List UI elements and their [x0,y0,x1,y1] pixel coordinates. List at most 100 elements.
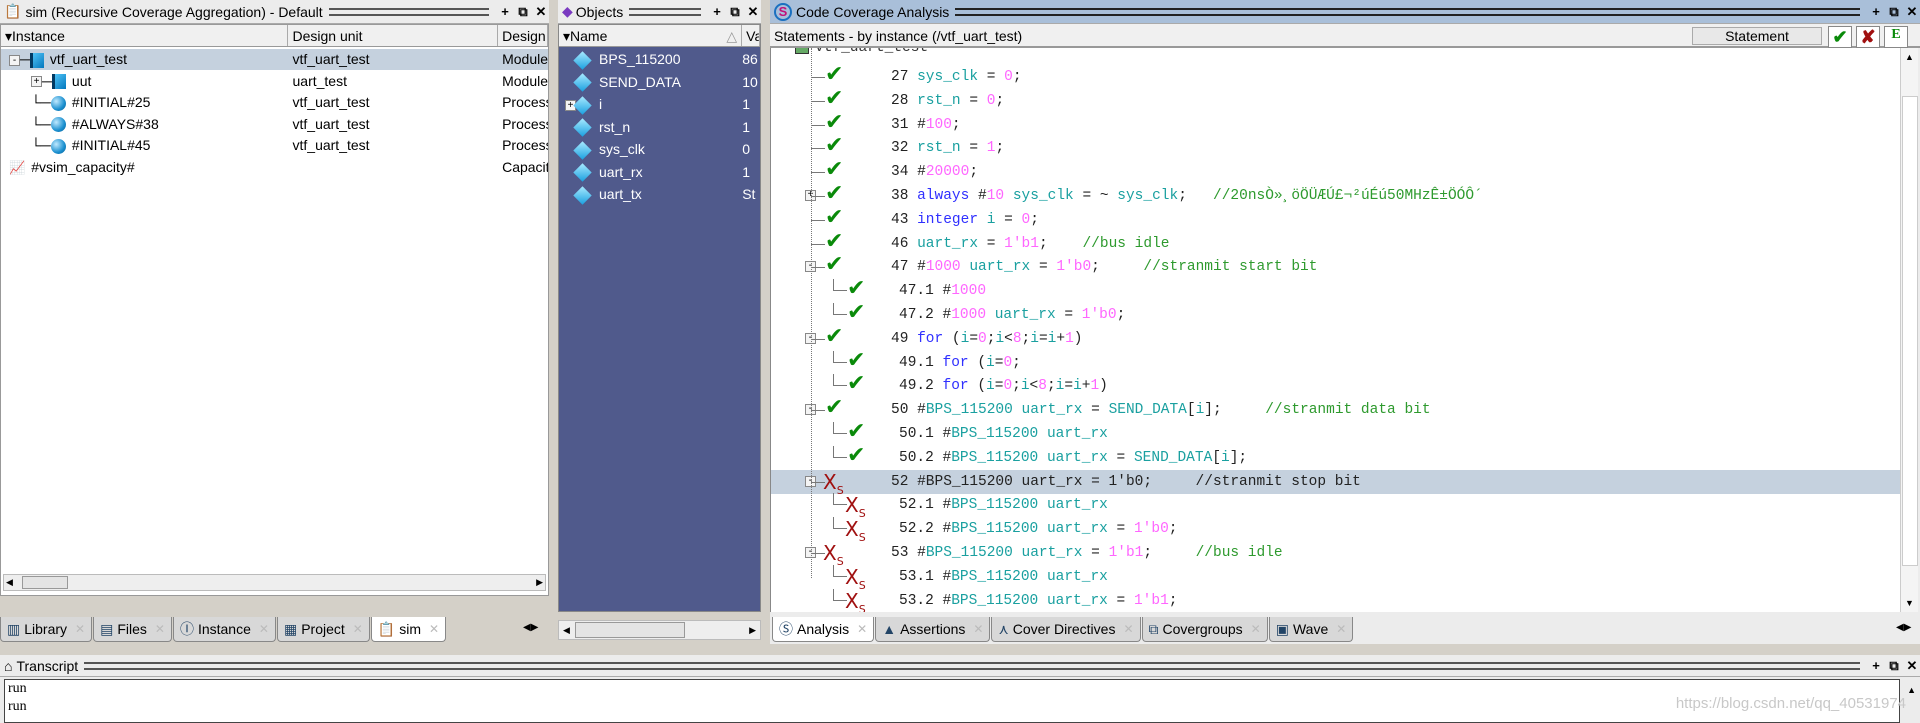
tree-row[interactable]: + ─ uut uart_test Module [1,71,548,92]
expand-icon[interactable]: + [31,76,42,88]
tab-scroll-arrows[interactable]: ◀▶ [1896,622,1911,633]
coverage-line[interactable]: ✔ 27 sys_clk = 0; [771,63,1900,89]
collapse-icon[interactable]: - [9,54,20,66]
coverage-line[interactable]: XS 53.2 #BPS_115200 uart_rx = 1'b1; [771,588,1900,612]
coverage-line[interactable]: ✔ 43 integer i = 0; [771,205,1900,232]
tab-wave[interactable]: ▣ Wave ✕ [1268,617,1354,642]
close-button[interactable]: ✕ [1904,4,1920,20]
tab-files[interactable]: ▤ Files ✕ [93,617,172,642]
code-token: ; [1116,307,1126,323]
transcript-titlebar[interactable]: ⌂ Transcript + ⧉ ✕ [0,655,1920,677]
tab-close-icon[interactable]: ✕ [259,622,269,636]
tab-covergroups[interactable]: ⧉ Covergroups ✕ [1141,617,1268,642]
undock-button[interactable]: ⧉ [1886,658,1902,674]
coverage-titlebar[interactable]: S Code Coverage Analysis + ⧉ ✕ [770,0,1920,24]
drag-grip[interactable] [328,7,489,16]
tab-close-icon[interactable]: ✕ [1251,622,1261,636]
coverage-line[interactable]: - XS 52 #BPS_115200 uart_rx = 1'b0; //stra… [771,469,1900,497]
coverage-line[interactable]: XS 52.1 #BPS_115200 uart_rx [771,493,1900,520]
tab-cover-directives[interactable]: ⋏ Cover Directives ✕ [991,617,1141,642]
tree-row[interactable]: └─ #INITIAL#25 vtf_uart_test Process [1,92,548,113]
tab-close-icon[interactable]: ✕ [75,622,85,636]
tab-close-icon[interactable]: ✕ [1123,622,1133,636]
coverage-line[interactable]: + ✔ 38 always #10 sys_clk = ~ sys_clk; //2… [771,182,1900,208]
col-value[interactable]: Va [742,25,760,46]
coverage-line[interactable]: ✔ 34 #20000; [771,158,1900,184]
coverage-line[interactable]: - XS 53 #BPS_115200 uart_rx = 1'b1; //bus … [771,541,1900,568]
col-instance[interactable]: ▾Instance [1,25,289,46]
tab-close-icon[interactable]: ✕ [155,622,165,636]
drag-grip[interactable] [955,7,1860,16]
object-row[interactable]: SEND_DATA 10 [559,72,760,93]
close-button[interactable]: ✕ [745,4,761,20]
close-button[interactable]: ✕ [533,4,549,20]
coverage-line[interactable]: ✔ 31 #100; [771,110,1900,137]
tab-close-icon[interactable]: ✕ [353,622,363,636]
coverage-line[interactable]: XS 52.2 #BPS_115200 uart_rx = 1'b0; [771,517,1900,544]
objects-hscrollbar[interactable]: ◀ ▶ [558,620,761,640]
coverage-vscrollbar[interactable]: ▲ ▼ [1900,48,1918,612]
dock-plus-button[interactable]: + [1868,658,1884,674]
transcript-scroll-up[interactable]: ▲ [1907,685,1916,695]
dock-plus-button[interactable]: + [709,4,725,20]
undock-button[interactable]: ⧉ [515,4,531,20]
coverage-line[interactable]: XS 53.1 #BPS_115200 uart_rx [771,564,1900,592]
sim-hscrollbar[interactable]: ◀ ▶ [3,574,546,591]
tab-library[interactable]: ▥ Library ✕ [0,617,93,642]
coverage-line[interactable]: ✔ 28 rst_n = 0; [771,86,1900,113]
tab-sim[interactable]: 📋 sim ✕ [370,617,447,642]
tab-close-icon[interactable]: ✕ [429,622,439,636]
tab-project[interactable]: ▦ Project ✕ [276,617,370,642]
tree-row[interactable]: └─ #ALWAYS#38 vtf_uart_test Process [1,114,548,135]
coverage-line[interactable]: ✔ 50.2 #BPS_115200 uart_rx = SEND_DATA[i]… [771,443,1900,470]
dock-plus-button[interactable]: + [497,4,513,20]
show-misses-toggle[interactable]: ✘ [1856,26,1880,48]
sim-titlebar[interactable]: 📋 sim (Recursive Coverage Aggregation) -… [0,0,549,24]
coverage-line[interactable]: ✔ 49.2 for (i=0;i<8;i=i+1) [771,372,1900,398]
object-row[interactable]: uart_tx St [559,184,760,205]
object-row[interactable]: + i 1 [559,94,760,115]
coverage-line[interactable]: ✔ 49.1 for (i=0; [771,348,1900,375]
code-tree-root[interactable]: vtf_uart_test [771,48,1900,60]
tree-row[interactable]: - ─ vtf_uart_test vtf_uart_test Module [1,49,548,70]
coverage-line[interactable]: ✔ 47.1 #1000 [771,277,1900,303]
code-token: 1'b1 [1004,235,1039,252]
close-button[interactable]: ✕ [1904,658,1920,674]
object-row[interactable]: sys_clk 0 [559,139,760,160]
drag-grip[interactable] [629,7,701,16]
dock-plus-button[interactable]: + [1868,4,1884,20]
tab-instance[interactable]: Ⓘ Instance ✕ [172,617,276,642]
coverage-line[interactable]: ✔ 32 rst_n = 1; [771,134,1900,160]
coverage-line[interactable]: - ✔ 50 #BPS_115200 uart_rx = SEND_DATA[i];… [771,396,1900,422]
object-row[interactable]: uart_rx 1 [559,162,760,183]
code-token: = [978,69,1005,85]
coverage-line[interactable]: - ✔ 49 for (i=0;i<8;i=i+1) [771,324,1900,351]
show-hits-toggle[interactable]: ✔ [1828,26,1852,48]
tab-close-icon[interactable]: ✕ [857,622,867,636]
show-exclusions-toggle[interactable]: E [1884,26,1908,48]
object-name: uart_tx [599,186,642,202]
undock-button[interactable]: ⧉ [727,4,743,20]
tree-row[interactable]: └─ #INITIAL#45 vtf_uart_test Process [1,135,548,156]
tab-analysis[interactable]: Ⓢ Analysis ✕ [772,617,875,642]
tab-close-icon[interactable]: ✕ [1336,622,1346,636]
coverage-line[interactable]: ✔ 50.1 #BPS_115200 uart_rx [771,420,1900,446]
object-row[interactable]: rst_n 1 [559,117,760,138]
col-design-type[interactable]: Design [498,25,548,46]
object-row[interactable]: BPS_115200 86 [559,49,760,70]
tab-close-icon[interactable]: ✕ [973,622,983,636]
undock-button[interactable]: ⧉ [1886,4,1902,20]
tab-scroll-arrows[interactable]: ◀▶ [523,622,538,633]
coverage-line[interactable]: - ✔ 47 #1000 uart_rx = 1'b0; //stranmit st… [771,253,1900,279]
coverage-mode-dropdown[interactable]: Statement [1692,27,1822,45]
tab-assertions[interactable]: ▲ Assertions ✕ [875,617,991,642]
transcript-console[interactable]: run run [4,679,1900,723]
drag-grip[interactable] [84,661,1860,670]
objects-titlebar[interactable]: ◆ Objects + ⧉ ✕ [558,0,761,24]
col-name[interactable]: ▾Name △ [559,25,743,46]
coverage-line[interactable]: ✔ 46 uart_rx = 1'b1; //bus idle [771,229,1900,256]
tree-row[interactable]: 📈 #vsim_capacity# Capacit [1,157,548,178]
code-token: i [1195,402,1205,419]
coverage-line[interactable]: ✔ 47.2 #1000 uart_rx = 1'b0; [771,301,1900,327]
col-design-unit[interactable]: Design unit [288,25,499,46]
